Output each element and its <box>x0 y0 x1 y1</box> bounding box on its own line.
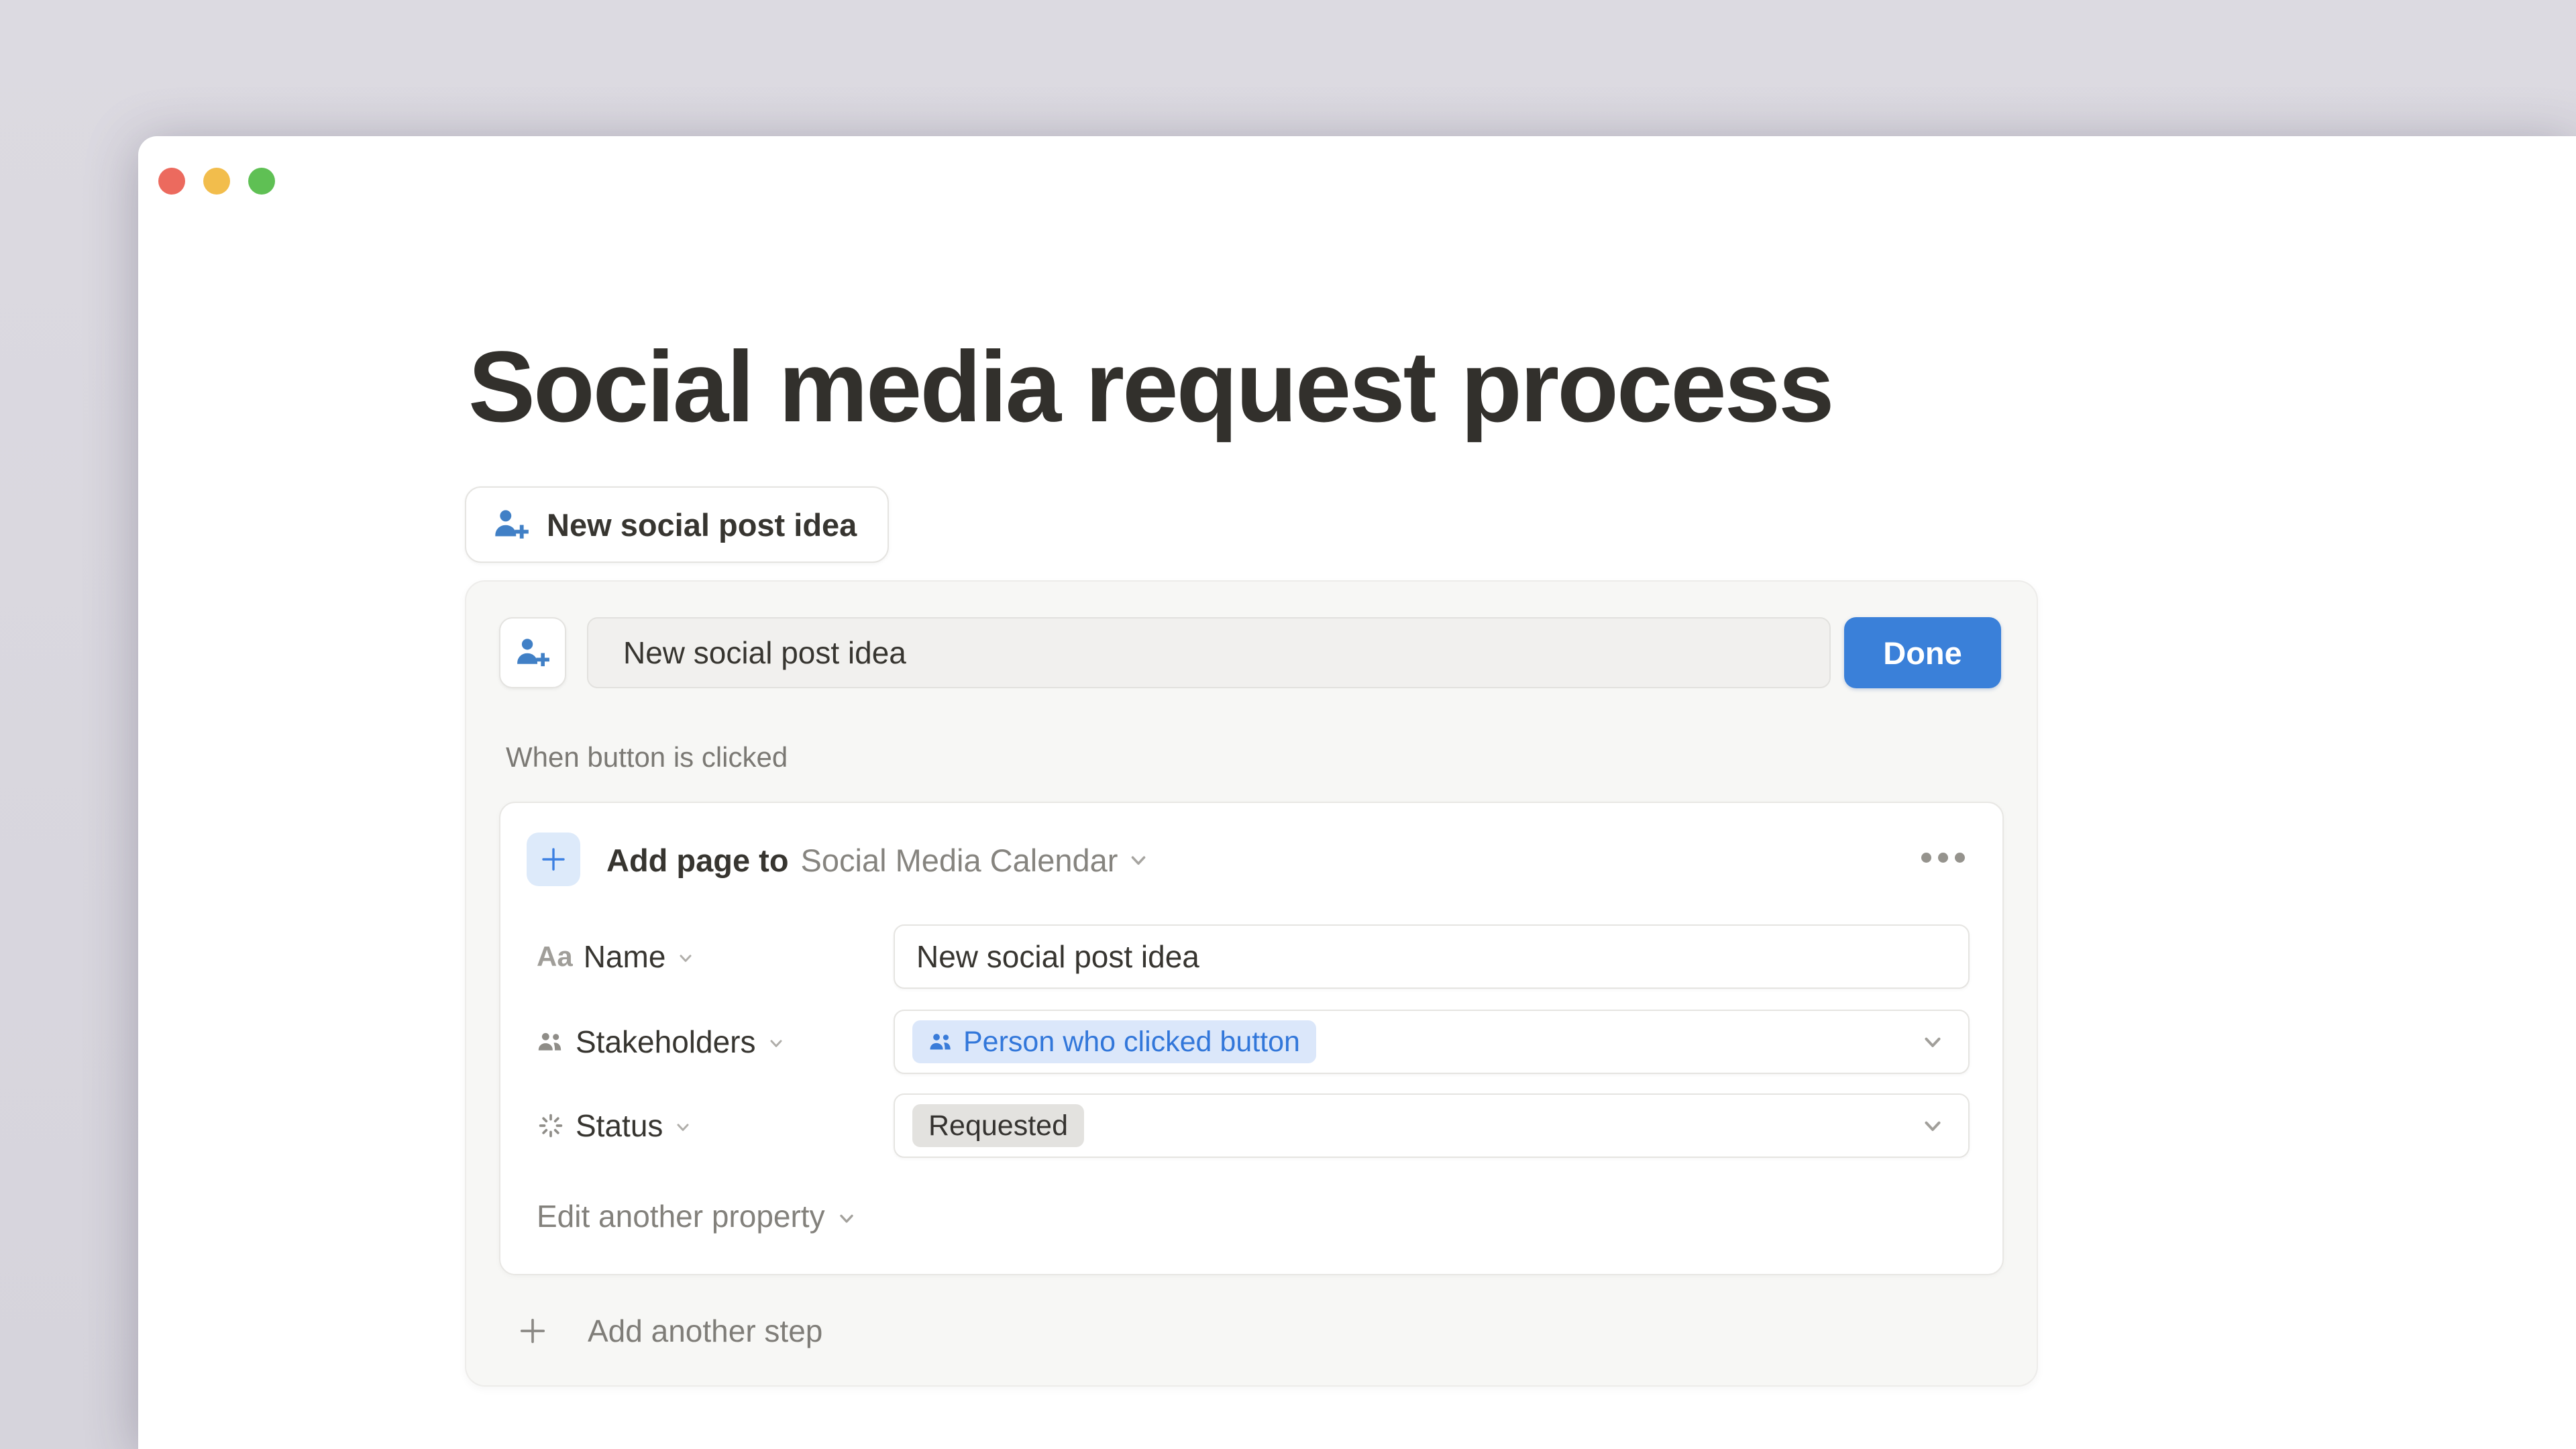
person-plus-icon <box>514 634 551 672</box>
stakeholders-property-selector[interactable]: Stakeholders <box>537 1024 894 1060</box>
target-database-selector[interactable]: Social Media Calendar <box>801 842 1150 879</box>
traffic-lights <box>158 168 275 195</box>
name-value-input[interactable] <box>912 926 1951 987</box>
person-plus-icon <box>492 505 531 544</box>
plus-icon <box>515 1313 550 1348</box>
person-chip[interactable]: Person who clicked button <box>912 1020 1316 1063</box>
app-window: Social media request process New social … <box>138 136 2576 1449</box>
name-property-selector[interactable]: Aa Name <box>537 938 894 975</box>
property-label: Status <box>576 1108 663 1144</box>
people-icon <box>928 1029 954 1055</box>
people-icon <box>537 1028 565 1056</box>
ellipsis-icon <box>1938 853 1948 863</box>
status-property-selector[interactable]: Status <box>537 1108 894 1144</box>
step-header: Add page to Social Media Calendar <box>606 841 1150 879</box>
button-editor-panel: Done When button is clicked Add page to … <box>465 580 2038 1387</box>
zoom-window-icon[interactable] <box>248 168 275 195</box>
property-row-name: Aa Name <box>537 924 1970 989</box>
button-icon-picker[interactable] <box>499 617 566 688</box>
chevron-down-icon[interactable] <box>1920 1113 1945 1138</box>
text-property-icon: Aa <box>537 941 573 973</box>
plus-icon <box>537 843 570 875</box>
close-window-icon[interactable] <box>158 168 185 195</box>
edit-another-property-button[interactable]: Edit another property <box>537 1197 857 1235</box>
property-row-status: Status Requested <box>537 1093 1970 1158</box>
ellipsis-icon <box>1955 853 1965 863</box>
more-options-button[interactable] <box>1921 853 1965 863</box>
add-page-step-icon[interactable] <box>527 833 580 886</box>
button-name-input[interactable] <box>587 617 1831 688</box>
automation-step-card: Add page to Social Media Calendar Aa Nam… <box>499 802 2004 1275</box>
add-another-step-button[interactable]: Add another step <box>515 1307 822 1354</box>
page-title: Social media request process <box>468 334 1833 440</box>
status-chip[interactable]: Requested <box>912 1104 1084 1147</box>
chevron-down-icon <box>836 1208 857 1229</box>
minimize-window-icon[interactable] <box>203 168 230 195</box>
trigger-caption: When button is clicked <box>506 741 788 773</box>
add-another-step-label: Add another step <box>588 1313 822 1349</box>
chevron-down-icon[interactable] <box>1920 1029 1945 1055</box>
name-value-field[interactable] <box>894 924 1970 989</box>
chevron-down-icon <box>767 1034 786 1053</box>
edit-another-property-label: Edit another property <box>537 1198 825 1234</box>
status-spinner-icon <box>537 1112 565 1140</box>
done-button[interactable]: Done <box>1844 617 2001 688</box>
property-label: Name <box>584 938 666 975</box>
new-social-post-idea-button[interactable]: New social post idea <box>465 486 889 563</box>
step-action-label: Add page to <box>606 842 789 879</box>
chevron-down-icon <box>1127 849 1150 871</box>
stakeholders-value-field[interactable]: Person who clicked button <box>894 1010 1970 1074</box>
chevron-down-icon <box>676 949 695 967</box>
chevron-down-icon <box>674 1118 692 1136</box>
ellipsis-icon <box>1921 853 1931 863</box>
person-chip-label: Person who clicked button <box>963 1026 1300 1059</box>
status-value-field[interactable]: Requested <box>894 1093 1970 1158</box>
status-chip-label: Requested <box>928 1110 1068 1142</box>
target-database-name: Social Media Calendar <box>801 842 1118 879</box>
trigger-button-label: New social post idea <box>547 506 857 543</box>
property-row-stakeholders: Stakeholders Person who clicked button <box>537 1010 1970 1074</box>
property-label: Stakeholders <box>576 1024 756 1060</box>
